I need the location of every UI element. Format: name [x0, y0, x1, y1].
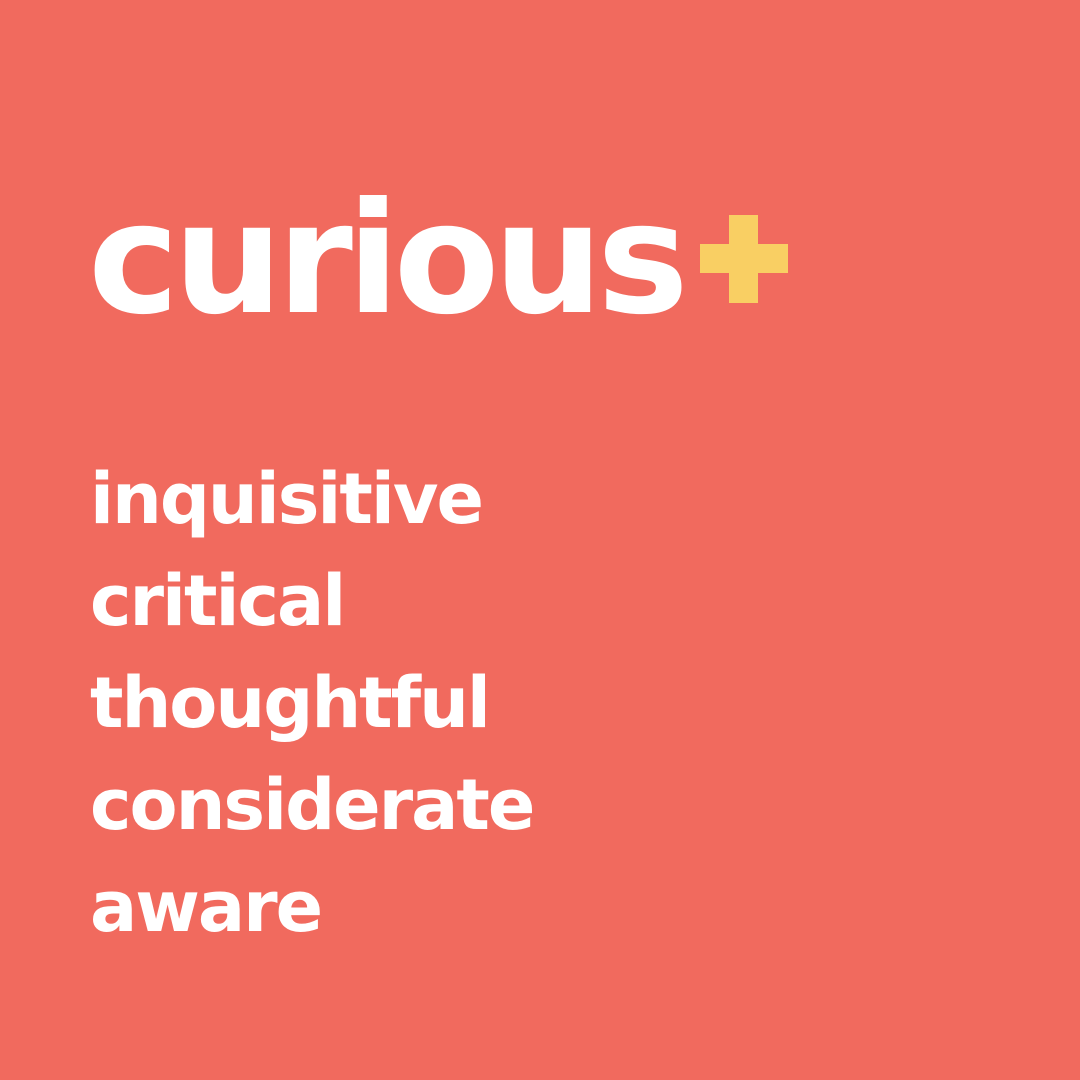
synonym-item: critical	[90, 560, 346, 642]
synonym-item: inquisitive	[90, 458, 484, 540]
synonym-item: considerate	[90, 764, 535, 846]
slide-canvas: curious inquisitive critical thoughtful …	[0, 0, 1080, 1080]
synonym-item: thoughtful	[90, 662, 491, 744]
heading-word: curious	[88, 170, 689, 349]
synonym-item: aware	[90, 866, 323, 948]
synonym-list: inquisitive critical thoughtful consider…	[90, 448, 535, 958]
heading: curious	[88, 165, 689, 355]
plus-icon	[700, 215, 788, 303]
plus-icon-vertical-bar	[729, 215, 758, 303]
